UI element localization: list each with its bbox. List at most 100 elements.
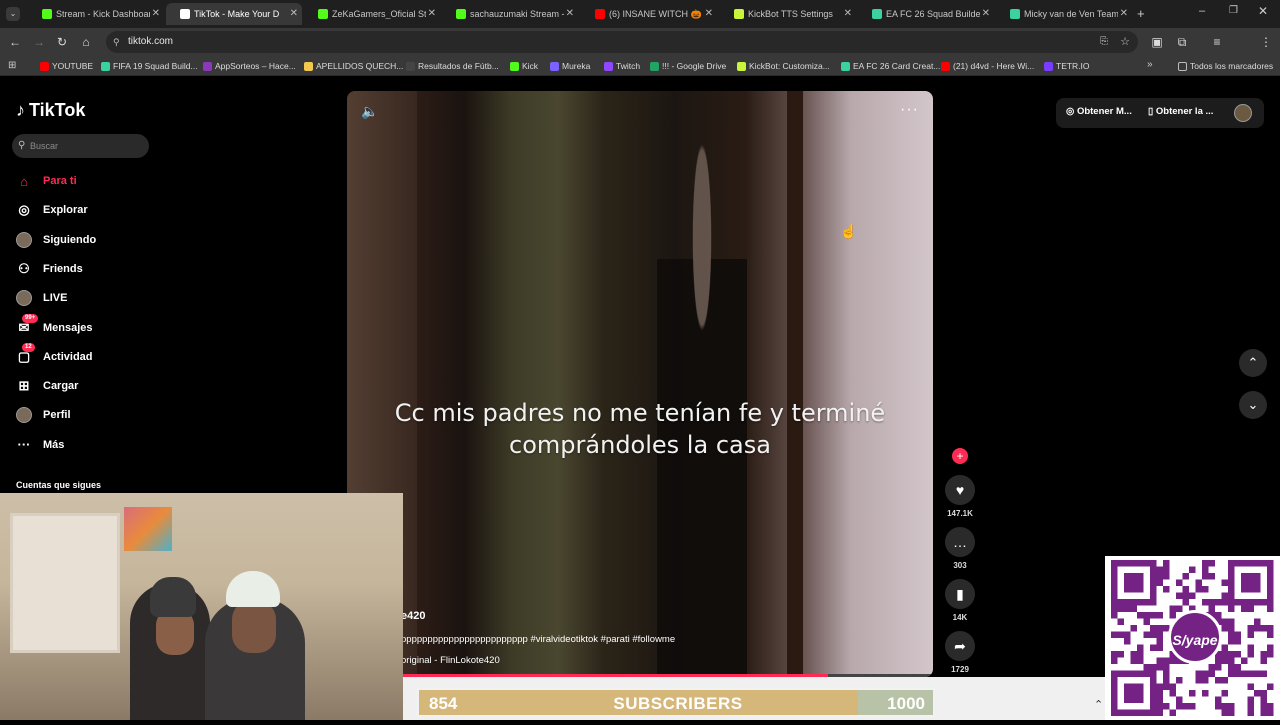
bookmark-label: (21) d4vd - Here Wi... — [953, 61, 1035, 71]
bookmark-star-icon[interactable]: ☆ — [1120, 31, 1130, 53]
close-tab-icon[interactable]: ✕ — [705, 8, 713, 19]
heart-icon[interactable]: ♥ — [945, 475, 975, 505]
profile-avatar[interactable] — [1234, 104, 1252, 122]
bookmark-label: YOUTUBE — [52, 61, 94, 71]
video-author[interactable]: e420 — [401, 610, 425, 622]
bookmark-item[interactable]: EA FC 26 Card Creat... — [841, 60, 940, 72]
minimize-button[interactable]: – — [1199, 5, 1205, 17]
comment-icon[interactable]: … — [945, 527, 975, 557]
sidebar-item-label: Cargar — [43, 380, 79, 393]
browser-menu-icon[interactable]: ⋮ — [1258, 34, 1274, 50]
sidebar-item-perfil[interactable]: Perfil — [16, 404, 71, 426]
bookmark-item[interactable]: APELLIDOS QUECH... — [304, 60, 403, 72]
share-action[interactable]: ➦ 1729 — [945, 631, 975, 674]
bookmark-label: EA FC 26 Card Creat... — [853, 61, 941, 71]
messages-icon: ✉ 99+ — [16, 313, 39, 336]
bookmark-item[interactable]: Kick — [510, 60, 538, 72]
bookmark-item[interactable]: Twitch — [604, 60, 640, 72]
bookmark-item[interactable]: !!! - Google Drive — [650, 60, 726, 72]
extension-icon[interactable]: ▣ — [1149, 34, 1165, 50]
save-action[interactable]: ▮ 14K — [945, 579, 975, 622]
close-tab-icon[interactable]: ✕ — [566, 8, 574, 19]
close-tab-icon[interactable]: ✕ — [152, 8, 160, 19]
close-tab-icon[interactable]: ✕ — [1120, 8, 1128, 19]
video-player[interactable]: 🔈 ··· Cc mis padres no me tenían fe y te… — [347, 91, 933, 677]
close-tab-icon[interactable]: ✕ — [290, 8, 298, 19]
bookmark-item[interactable]: FIFA 19 Squad Build... — [101, 60, 198, 72]
bookmark-item[interactable]: Mureka — [550, 60, 590, 72]
bookmark-item[interactable]: TETR.IO — [1044, 60, 1090, 72]
sidebar-item-friends[interactable]: ⚇ Friends — [16, 258, 83, 280]
sidebar-item-label: LIVE — [43, 292, 68, 305]
home-icon[interactable]: ⌂ — [78, 34, 94, 50]
new-tab-button[interactable]: + — [1137, 6, 1145, 21]
sidebar-item-siguiendo[interactable]: Siguiendo — [16, 229, 96, 251]
tab-favicon-icon — [595, 9, 605, 19]
bookmark-item[interactable]: AppSorteos – Hace... — [203, 60, 296, 72]
close-tab-icon[interactable]: ✕ — [982, 8, 990, 19]
get-coins-button[interactable]: ◎ Obtener M... — [1066, 106, 1132, 117]
reload-icon[interactable]: ↻ — [54, 34, 70, 50]
bookmark-favicon-icon — [203, 62, 212, 71]
address-bar[interactable]: ⚲ tiktok.com ⎘ ☆ — [106, 31, 1138, 53]
search-input[interactable]: ⚲ Buscar — [12, 134, 149, 158]
sidebar-item-cargar[interactable]: ⊞ Cargar — [16, 375, 79, 397]
bookmark-item[interactable]: (21) d4vd - Here Wi... — [941, 60, 1034, 72]
sidebar-item-explorar[interactable]: ◎ Explorar — [16, 199, 87, 221]
bookmark-item[interactable]: YOUTUBE — [40, 60, 93, 72]
forward-icon[interactable]: → — [31, 34, 47, 50]
bookmark-label: TETR.IO — [1056, 61, 1090, 71]
webcam-person-right-cap — [226, 571, 280, 607]
video-sound[interactable]: original - FlinLokote420 — [401, 655, 500, 666]
upload-icon: ⊞ — [18, 378, 30, 394]
folder-icon — [1178, 62, 1187, 71]
bookmark-item[interactable]: Resultados de Fútb... — [406, 60, 499, 72]
bookmark-favicon-icon — [550, 62, 559, 71]
bookmark-icon[interactable]: ▮ — [945, 579, 975, 609]
get-app-button[interactable]: ▯ Obtener la ... — [1148, 106, 1213, 117]
sidebar-item-para-ti[interactable]: ⌂ Para ti — [16, 170, 77, 192]
bookmark-item[interactable]: KickBot: Customiza... — [737, 60, 830, 72]
more-bookmarks-icon[interactable]: » — [1147, 59, 1153, 70]
browser-tab[interactable]: EA FC 26 Squad Builder | ✕ — [858, 3, 994, 25]
video-hashtags[interactable]: pppppppppppppppppppppppp #viralvideotikt… — [401, 634, 675, 645]
site-info-icon[interactable]: ⚲ — [113, 31, 120, 53]
apps-grid-icon[interactable]: ⊞ — [8, 60, 16, 71]
sidebar-item-mensajes[interactable]: ✉ 99+ Mensajes — [16, 313, 93, 339]
sidebar-item-label: Siguiendo — [43, 233, 97, 246]
sidebar-item-live[interactable]: LIVE — [16, 287, 67, 309]
browser-tab[interactable]: Stream - Kick Dashboard ✕ — [28, 3, 164, 25]
browser-tab[interactable]: sachauzumaki Stream - W✕ — [442, 3, 578, 25]
comment-action[interactable]: … 303 — [945, 527, 975, 570]
volume-icon[interactable]: 🔈 — [361, 103, 378, 120]
sidebar-item-actividad[interactable]: ▢ 12 Actividad — [16, 342, 93, 368]
browser-tab[interactable]: Micky van de Ven Team c ✕ — [996, 3, 1132, 25]
restore-button[interactable]: ❐ — [1229, 5, 1238, 16]
close-tab-icon[interactable]: ✕ — [844, 8, 852, 19]
media-control-icon[interactable]: ≡ — [1209, 34, 1225, 50]
close-window-button[interactable]: ✕ — [1258, 4, 1268, 18]
browser-tab[interactable]: KickBot TTS Settings ✕ — [720, 3, 856, 25]
follow-plus-button[interactable]: + — [952, 448, 968, 464]
tab-title: Micky van de Ven Team c — [1024, 9, 1118, 19]
install-app-icon[interactable]: ⎘ — [1100, 31, 1108, 53]
yape-logo: S/yape — [1168, 610, 1222, 664]
tiktok-logo[interactable]: ♪ TikTok — [16, 99, 85, 121]
like-action[interactable]: ♥ 147.1K — [945, 475, 975, 518]
previous-video-button[interactable]: ⌃ — [1239, 349, 1267, 377]
browser-tab[interactable]: TikTok - Make Your D ✕ — [166, 3, 302, 25]
all-bookmarks-folder[interactable]: Todos los marcadores — [1178, 60, 1273, 72]
extensions-puzzle-icon[interactable]: ⧉ — [1174, 34, 1190, 50]
browser-tab[interactable]: (6) INSANE WITCH 🎃 ✕ — [581, 3, 717, 25]
share-icon[interactable]: ➦ — [945, 631, 975, 661]
next-video-button[interactable]: ⌄ — [1239, 391, 1267, 419]
close-tab-icon[interactable]: ✕ — [428, 8, 436, 19]
bookmark-favicon-icon — [737, 62, 746, 71]
tab-favicon-icon — [42, 9, 52, 19]
tab-search-button[interactable]: ⌄ — [6, 7, 20, 21]
back-icon[interactable]: ← — [7, 34, 23, 50]
video-more-options-icon[interactable]: ··· — [900, 101, 919, 119]
browser-tab[interactable]: ZeKaGamers_Oficial Strea✕ — [304, 3, 440, 25]
tab-favicon-icon — [734, 9, 744, 19]
sidebar-item-más[interactable]: ··· Más — [16, 434, 65, 456]
